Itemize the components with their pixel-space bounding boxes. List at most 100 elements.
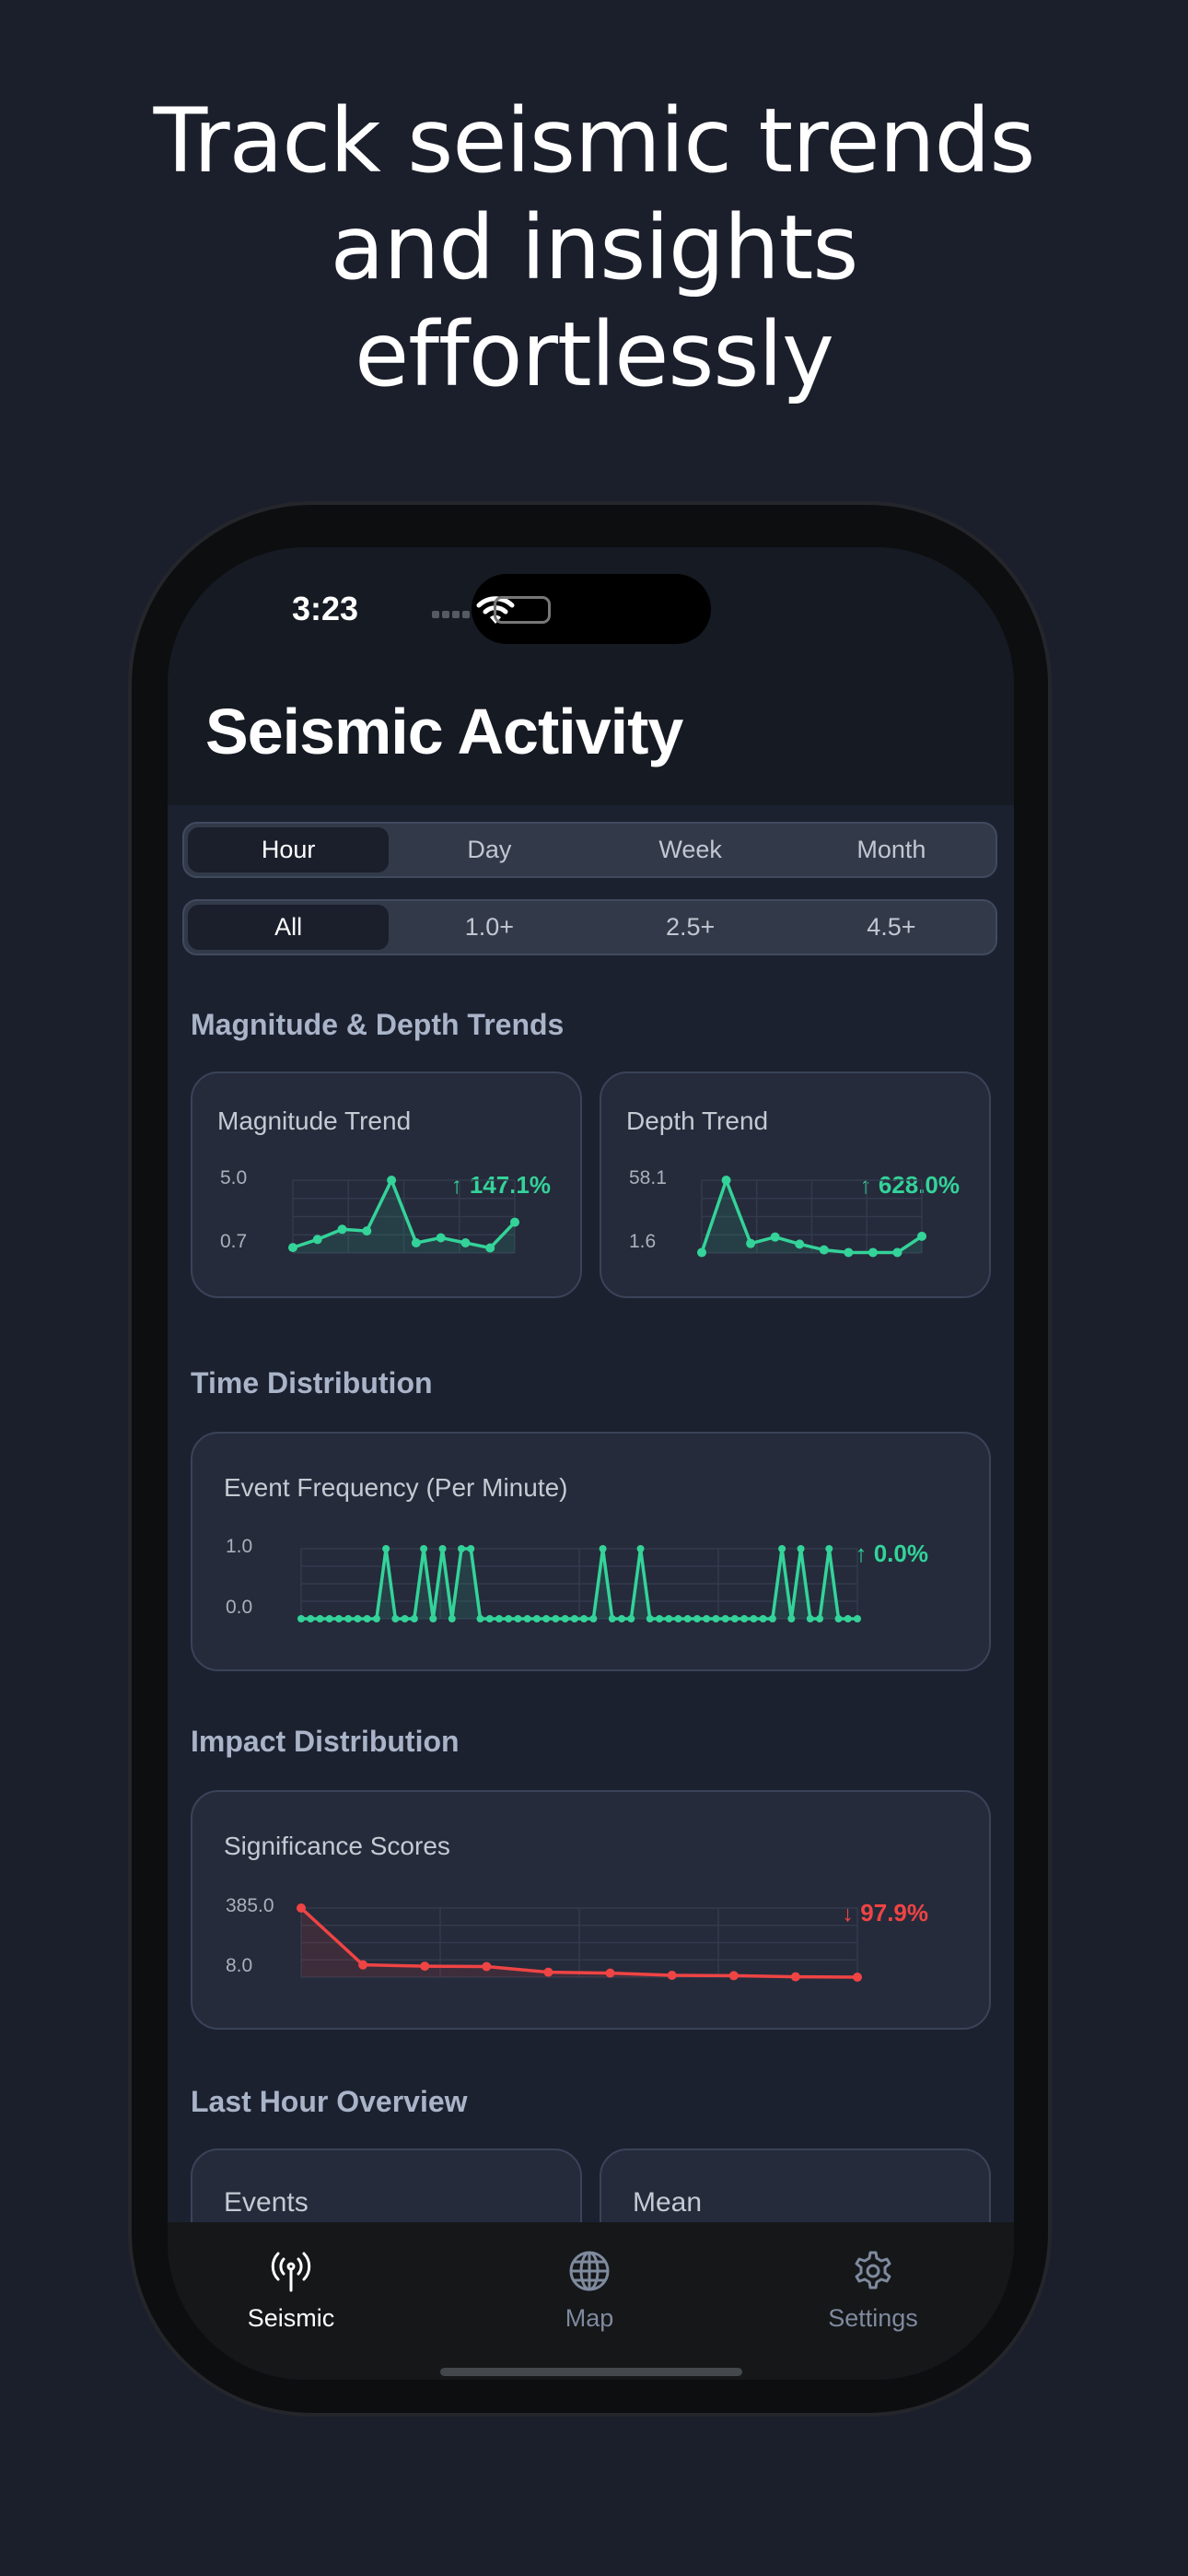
- tab-seismic[interactable]: Seismic: [199, 2250, 383, 2333]
- data-point: [495, 1615, 503, 1622]
- tab-map[interactable]: Map: [497, 2250, 681, 2333]
- data-point: [854, 1615, 861, 1622]
- significance-chart-card[interactable]: Significance Scores 385.0 8.0 ↓ 97.9%: [191, 1790, 991, 2030]
- data-point: [561, 1615, 569, 1622]
- magnitude-filter-segmented-control[interactable]: All 1.0+ 2.5+ 4.5+: [182, 899, 997, 955]
- y-max-label: 58.1: [629, 1167, 667, 1188]
- tab-label: Seismic: [247, 2304, 335, 2332]
- data-point: [476, 1615, 484, 1622]
- data-point: [344, 1615, 353, 1622]
- data-point: [605, 1968, 615, 1978]
- data-point: [382, 1545, 390, 1552]
- data-point: [410, 1615, 418, 1622]
- segment-week[interactable]: Week: [590, 827, 791, 872]
- data-point: [363, 1615, 371, 1622]
- data-point: [646, 1615, 654, 1622]
- data-point: [721, 1615, 729, 1622]
- y-min-label: 0.0: [226, 1597, 253, 1618]
- segment-all[interactable]: All: [188, 905, 390, 950]
- section-title-impact: Impact Distribution: [191, 1725, 460, 1758]
- data-point: [325, 1615, 333, 1622]
- data-point: [334, 1615, 343, 1622]
- home-indicator[interactable]: [440, 2368, 742, 2376]
- data-point: [712, 1615, 720, 1622]
- segment-hour[interactable]: Hour: [188, 827, 390, 872]
- gear-icon: [855, 2251, 891, 2289]
- data-point: [391, 1615, 400, 1622]
- data-point: [599, 1545, 607, 1552]
- data-point: [532, 1615, 541, 1622]
- segment-day[interactable]: Day: [389, 827, 589, 872]
- data-point: [693, 1615, 701, 1622]
- data-point: [570, 1615, 578, 1622]
- change-percent: ↑ 0.0%: [855, 1540, 929, 1567]
- data-point: [510, 1217, 519, 1227]
- globe-icon: [569, 2251, 610, 2291]
- data-point: [589, 1615, 598, 1622]
- data-point: [387, 1176, 397, 1185]
- data-point: [844, 1615, 852, 1622]
- segment-45[interactable]: 4.5+: [791, 905, 992, 950]
- data-point: [580, 1615, 588, 1622]
- data-point: [618, 1615, 626, 1622]
- signal-icon: [462, 611, 470, 618]
- data-point: [523, 1615, 531, 1622]
- data-point: [746, 1238, 756, 1248]
- battery-icon: [494, 596, 551, 624]
- data-point: [740, 1615, 749, 1622]
- data-point: [297, 1903, 306, 1913]
- data-point: [778, 1545, 786, 1552]
- significance-line-chart: [297, 1903, 862, 1982]
- antenna-icon: [271, 2252, 311, 2292]
- data-point: [552, 1615, 560, 1622]
- frequency-chart-card[interactable]: Event Frequency (Per Minute) 1.0 0.0 ↑ 0.0%: [191, 1432, 991, 1671]
- data-point: [795, 1239, 805, 1249]
- data-point: [542, 1615, 551, 1622]
- data-point: [460, 1237, 471, 1247]
- y-min-label: 0.7: [220, 1231, 248, 1252]
- data-point: [362, 1226, 372, 1236]
- tab-bar: Seismic Map Settings: [168, 2222, 1014, 2380]
- data-point: [834, 1615, 843, 1622]
- data-point: [608, 1615, 616, 1622]
- data-point: [892, 1247, 903, 1258]
- data-point: [665, 1615, 673, 1622]
- segment-month[interactable]: Month: [791, 827, 992, 872]
- y-min-label: 8.0: [226, 1955, 253, 1976]
- tab-label: Settings: [828, 2304, 918, 2332]
- data-point: [768, 1615, 776, 1622]
- data-point: [307, 1615, 315, 1622]
- depth-chart-card[interactable]: Depth Trend 58.1 1.6 ↑ 628.0%: [600, 1071, 991, 1298]
- segment-10[interactable]: 1.0+: [389, 905, 589, 950]
- data-point: [436, 1233, 446, 1243]
- data-point: [288, 1243, 297, 1253]
- data-point: [411, 1237, 421, 1247]
- phone-screen: 3:23 Seismic Activity Hour Day Week Month A…: [168, 547, 1014, 2380]
- signal-icon: [432, 611, 439, 618]
- segment-25[interactable]: 2.5+: [590, 905, 791, 950]
- data-point: [354, 1615, 362, 1622]
- data-point: [420, 1961, 430, 1972]
- data-point: [674, 1615, 682, 1622]
- section-title-trends: Magnitude & Depth Trends: [191, 1008, 565, 1041]
- data-point: [787, 1615, 796, 1622]
- headline-line: Track seismic trends: [153, 89, 1036, 193]
- data-point: [543, 1967, 553, 1977]
- data-point: [825, 1545, 833, 1552]
- y-max-label: 1.0: [226, 1536, 253, 1557]
- data-point: [467, 1545, 475, 1552]
- data-point: [819, 1245, 829, 1255]
- chart-title: Event Frequency (Per Minute): [224, 1473, 568, 1502]
- tab-settings[interactable]: Settings: [781, 2250, 965, 2333]
- data-point: [337, 1224, 347, 1235]
- data-point: [316, 1615, 324, 1622]
- time-range-segmented-control[interactable]: Hour Day Week Month: [182, 822, 997, 878]
- data-point: [759, 1615, 767, 1622]
- data-point: [420, 1545, 428, 1552]
- data-point: [721, 1176, 731, 1185]
- magnitude-chart-card[interactable]: Magnitude Trend 5.0 0.7 ↑ 147.1%: [191, 1071, 582, 1298]
- headline-line: and insights: [330, 196, 859, 299]
- data-point: [429, 1615, 437, 1622]
- magnitude-line-chart: [288, 1176, 519, 1254]
- data-point: [372, 1615, 380, 1622]
